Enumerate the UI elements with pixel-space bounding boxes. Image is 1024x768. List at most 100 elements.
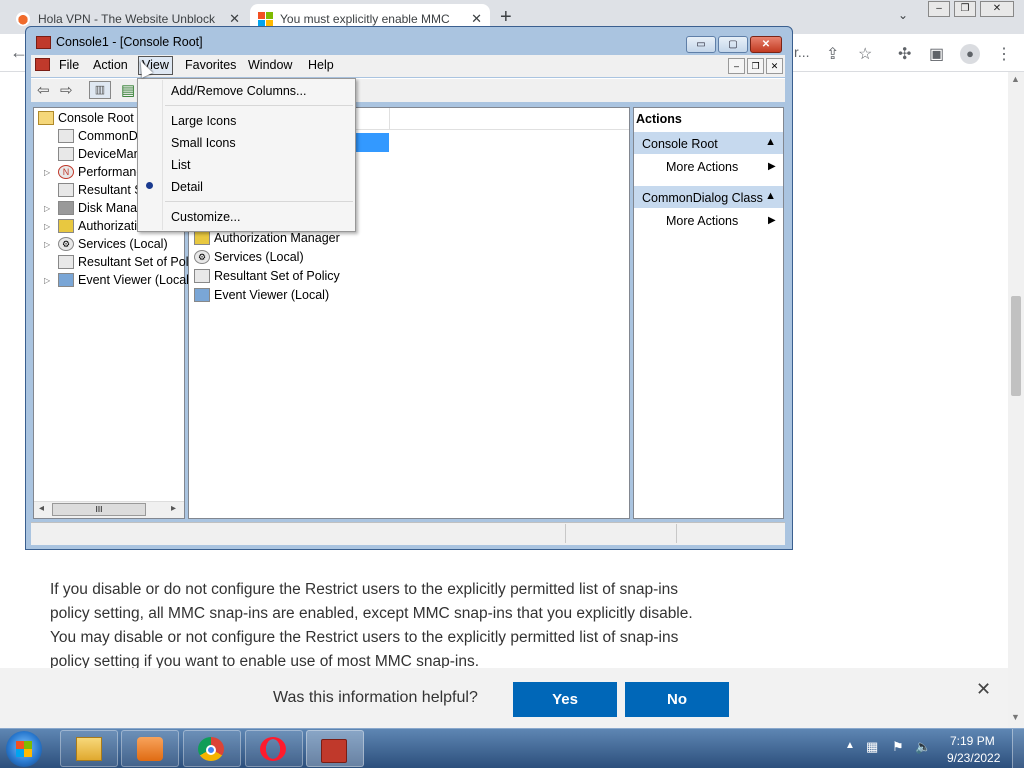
toolbox-icon xyxy=(321,739,347,763)
tree-item[interactable]: N Performanc xyxy=(58,163,143,181)
collapse-arrow-icon[interactable]: ▲ xyxy=(765,136,776,148)
policy-icon xyxy=(58,183,74,197)
feedback-yes-button[interactable]: Yes xyxy=(513,682,617,717)
snap-in-icon xyxy=(58,129,74,143)
services-gear-icon: ⚙ xyxy=(194,250,210,264)
mdi-close-button[interactable]: ✕ xyxy=(766,58,783,74)
actions-section-title: CommonDialog Class xyxy=(642,191,763,205)
clock-time[interactable]: 7:19 PM xyxy=(950,734,995,748)
clock-date[interactable]: 9/23/2022 xyxy=(947,751,1000,765)
volume-icon[interactable]: 🔈 xyxy=(915,739,931,755)
menu-favorites[interactable]: Favorites xyxy=(185,58,236,72)
article-text-line: You may disable or not configure the Res… xyxy=(50,629,679,646)
bookmark-star-icon[interactable]: ☆ xyxy=(858,44,872,64)
mdi-child-icon[interactable] xyxy=(35,58,50,71)
menu-item-customize[interactable]: Customize... xyxy=(171,210,240,224)
show-hide-tree-icon[interactable]: ▥ xyxy=(89,81,111,99)
show-desktop-button[interactable] xyxy=(1012,729,1024,768)
tree-item-label: DeviceMan xyxy=(78,147,141,161)
feedback-close-icon[interactable]: ✕ xyxy=(976,679,991,700)
tab-close-icon[interactable]: ✕ xyxy=(229,11,240,27)
scroll-left-icon[interactable]: ◂ xyxy=(39,503,44,514)
menu-item-list[interactable]: List xyxy=(171,158,190,172)
actions-section-console-root[interactable]: Console Root ▲ xyxy=(634,132,783,154)
export-list-icon[interactable]: ▤ xyxy=(121,81,135,99)
menu-window[interactable]: Window xyxy=(248,58,292,72)
expand-arrow-icon[interactable]: ▷ xyxy=(44,276,50,285)
list-item[interactable]: Resultant Set of Policy xyxy=(194,267,340,285)
submenu-arrow-icon: ▶ xyxy=(768,161,776,172)
mmc-maximize-button[interactable]: ▢ xyxy=(718,36,748,53)
tree-item[interactable]: Disk Manag xyxy=(58,199,144,217)
forward-icon[interactable]: ⇨ xyxy=(60,81,73,99)
more-menu-icon[interactable]: ⋮ xyxy=(996,44,1012,64)
tab-search-icon[interactable]: ⌄ xyxy=(898,8,908,22)
folder-icon xyxy=(38,111,54,125)
page-scrollbar-thumb[interactable] xyxy=(1011,296,1021,396)
expand-arrow-icon[interactable]: ▷ xyxy=(44,168,50,177)
menu-icon-gutter xyxy=(162,80,163,230)
tree-item-label: Resultant S xyxy=(78,183,143,197)
action-center-flag-icon[interactable]: ⚑ xyxy=(892,739,904,755)
disk-icon xyxy=(58,201,74,215)
profile-avatar-icon[interactable]: ● xyxy=(960,44,980,64)
column-divider[interactable] xyxy=(389,108,390,130)
menu-item-add-remove-columns[interactable]: Add/Remove Columns... xyxy=(171,84,306,98)
tree-item[interactable]: Event Viewer (Local) xyxy=(58,271,193,289)
scroll-right-icon[interactable]: ▸ xyxy=(171,503,176,514)
tree-item[interactable]: Resultant S xyxy=(58,181,143,199)
tree-item-label: CommonD xyxy=(78,129,138,143)
screen: Hola VPN - The Website Unblock ✕ You mus… xyxy=(0,0,1024,768)
mdi-minimize-button[interactable]: – xyxy=(728,58,745,74)
tab-close-icon[interactable]: ✕ xyxy=(471,11,482,27)
tree-item[interactable]: CommonD xyxy=(58,127,138,145)
menu-item-small-icons[interactable]: Small Icons xyxy=(171,136,236,150)
back-icon[interactable]: ⇦ xyxy=(37,81,50,99)
more-actions-link[interactable]: More Actions xyxy=(666,160,738,174)
share-icon[interactable]: ⇪ xyxy=(826,44,839,64)
menu-file[interactable]: File xyxy=(59,58,79,72)
more-actions-link[interactable]: More Actions xyxy=(666,214,738,228)
tree-scroll-thumb[interactable]: III xyxy=(52,503,146,516)
tree-item-label: Console Root xyxy=(58,111,134,125)
list-item[interactable]: ⚙ Services (Local) xyxy=(194,248,304,266)
opera-icon xyxy=(260,737,286,761)
submenu-arrow-icon: ▶ xyxy=(768,215,776,226)
browser-restore-button[interactable]: ❐ xyxy=(954,1,976,17)
tree-item[interactable]: ⚙ Services (Local) xyxy=(58,235,168,253)
tree-item[interactable]: DeviceMan xyxy=(58,145,141,163)
actions-section-commondialog[interactable]: CommonDialog Class ▲ xyxy=(634,186,783,208)
tree-item-console-root[interactable]: Console Root xyxy=(38,109,134,127)
mmc-minimize-button[interactable]: ▭ xyxy=(686,36,716,53)
list-item-label: Event Viewer (Local) xyxy=(214,288,330,302)
menu-item-large-icons[interactable]: Large Icons xyxy=(171,114,236,128)
scroll-up-icon[interactable]: ▲ xyxy=(1011,74,1020,84)
browser-close-button[interactable]: ✕ xyxy=(980,1,1014,17)
side-panel-icon[interactable]: ▣ xyxy=(929,44,944,64)
browser-minimize-button[interactable]: – xyxy=(928,1,950,17)
show-hidden-icons-icon[interactable]: ▲ xyxy=(845,740,855,751)
expand-arrow-icon[interactable]: ▷ xyxy=(44,240,50,249)
collapse-arrow-icon[interactable]: ▲ xyxy=(765,190,776,202)
authorization-icon xyxy=(194,231,210,245)
expand-arrow-icon[interactable]: ▷ xyxy=(44,222,50,231)
menu-help[interactable]: Help xyxy=(308,58,334,72)
performance-icon: N xyxy=(58,165,74,179)
mmc-close-button[interactable]: ✕ xyxy=(750,36,782,53)
scroll-down-icon[interactable]: ▼ xyxy=(1011,712,1020,722)
tree-item[interactable]: Resultant Set of Poli xyxy=(58,253,191,271)
expand-arrow-icon[interactable]: ▷ xyxy=(44,204,50,213)
menu-item-detail[interactable]: Detail xyxy=(171,180,203,194)
device-manager-icon xyxy=(58,147,74,161)
feedback-no-button[interactable]: No xyxy=(625,682,729,717)
mdi-restore-button[interactable]: ❐ xyxy=(747,58,764,74)
extensions-puzzle-icon[interactable]: ✣ xyxy=(898,44,911,64)
list-item[interactable]: Event Viewer (Local) xyxy=(194,286,329,304)
menu-action[interactable]: Action xyxy=(93,58,128,72)
page-scrollbar[interactable] xyxy=(1008,72,1024,728)
status-divider xyxy=(676,524,677,543)
address-bar-text[interactable]: r... xyxy=(794,44,810,60)
tree-item[interactable]: Authorizati xyxy=(58,217,137,235)
tree-item-label: Resultant Set of Poli xyxy=(78,255,192,269)
network-icon[interactable]: ▦ xyxy=(866,739,878,755)
